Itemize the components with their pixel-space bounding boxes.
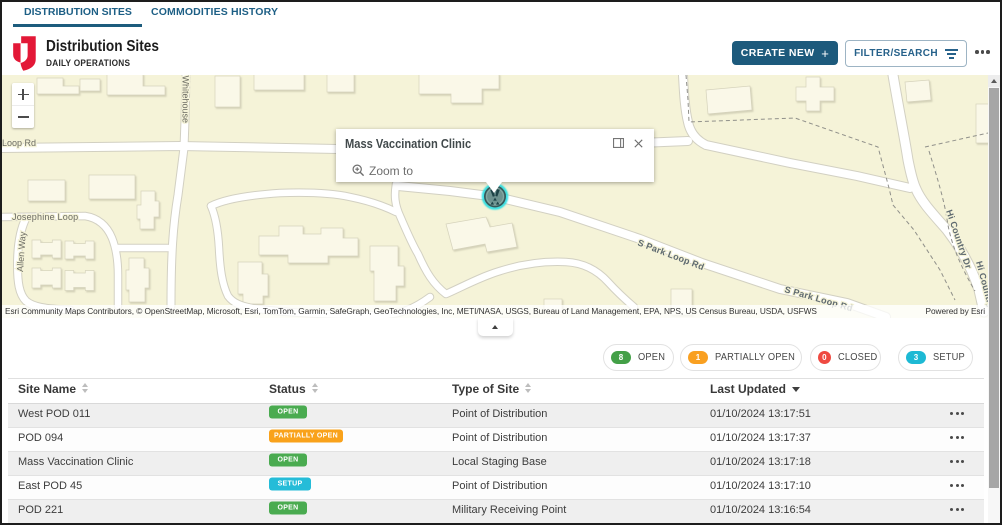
svg-text:Loop Rd: Loop Rd bbox=[2, 138, 36, 148]
svg-text:Josephine Loop: Josephine Loop bbox=[12, 212, 78, 222]
svg-text:Whitehouse: Whitehouse bbox=[181, 76, 191, 124]
